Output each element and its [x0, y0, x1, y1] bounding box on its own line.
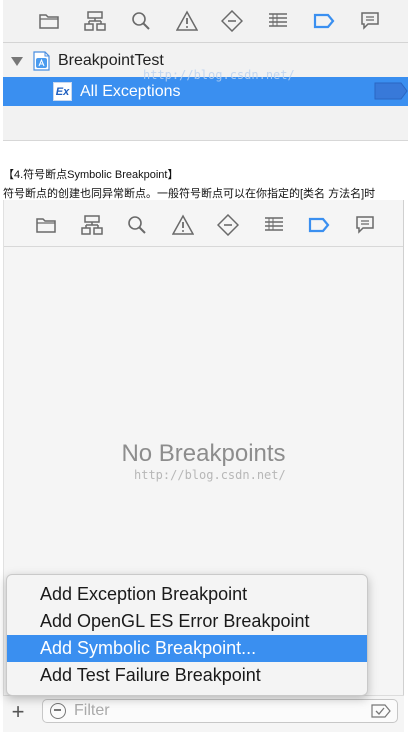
filter-enabled-breakpoints-icon[interactable] [371, 704, 391, 718]
report-bubble-icon[interactable] [353, 213, 377, 237]
menu-item-add-exception-breakpoint[interactable]: Add Exception Breakpoint [7, 581, 367, 608]
disclosure-triangle-icon[interactable] [11, 56, 23, 66]
breakpoint-navigator-icon[interactable] [312, 9, 336, 33]
test-diamond-icon[interactable] [220, 9, 244, 33]
filter-input[interactable] [72, 701, 356, 721]
menu-item-add-test-failure-breakpoint[interactable]: Add Test Failure Breakpoint [7, 662, 367, 689]
hierarchy-icon[interactable] [80, 213, 104, 237]
filter-field[interactable] [42, 699, 398, 723]
test-diamond-icon[interactable] [216, 213, 240, 237]
navigator-toolbar [3, 0, 408, 43]
menu-item-add-opengl-es-error-breakpoint[interactable]: Add OpenGL ES Error Breakpoint [7, 608, 367, 635]
breakpoint-navigator-panel-top: BreakpointTest Ex All Exceptions http://… [3, 0, 408, 141]
caption-text: 符号断点的创建也同异常断点。一般符号断点可以在你指定的[类名 方法名]时 [3, 188, 376, 200]
breakpoint-navigator-icon[interactable] [307, 213, 331, 237]
folder-icon[interactable] [34, 213, 58, 237]
navigator-toolbar [4, 204, 403, 247]
caption-heading: 【4.符号断点Symbolic Breakpoint】 [3, 169, 179, 181]
search-icon[interactable] [129, 9, 153, 33]
search-icon[interactable] [125, 213, 149, 237]
debug-list-icon[interactable] [266, 9, 290, 33]
report-bubble-icon[interactable] [358, 9, 382, 33]
project-file-icon [33, 51, 50, 71]
warning-icon[interactable] [171, 213, 195, 237]
warning-icon[interactable] [175, 9, 199, 33]
watermark: http://blog.csdn.net/ [143, 68, 295, 82]
breakpoint-toggle-icon[interactable] [374, 82, 408, 100]
add-breakpoint-menu: Add Exception Breakpoint Add OpenGL ES E… [6, 574, 368, 696]
exception-breakpoint-icon: Ex [53, 82, 72, 101]
folder-icon[interactable] [37, 9, 61, 33]
add-breakpoint-button[interactable]: + [7, 701, 29, 724]
filter-scope-icon[interactable] [50, 703, 66, 719]
debug-list-icon[interactable] [262, 213, 286, 237]
breakpoint-label: All Exceptions [80, 82, 181, 100]
empty-state-message: No Breakpoints [121, 440, 286, 467]
hierarchy-icon[interactable] [83, 9, 107, 33]
menu-item-add-symbolic-breakpoint[interactable]: Add Symbolic Breakpoint... [7, 635, 367, 662]
watermark: http://blog.csdn.net/ [134, 468, 286, 482]
